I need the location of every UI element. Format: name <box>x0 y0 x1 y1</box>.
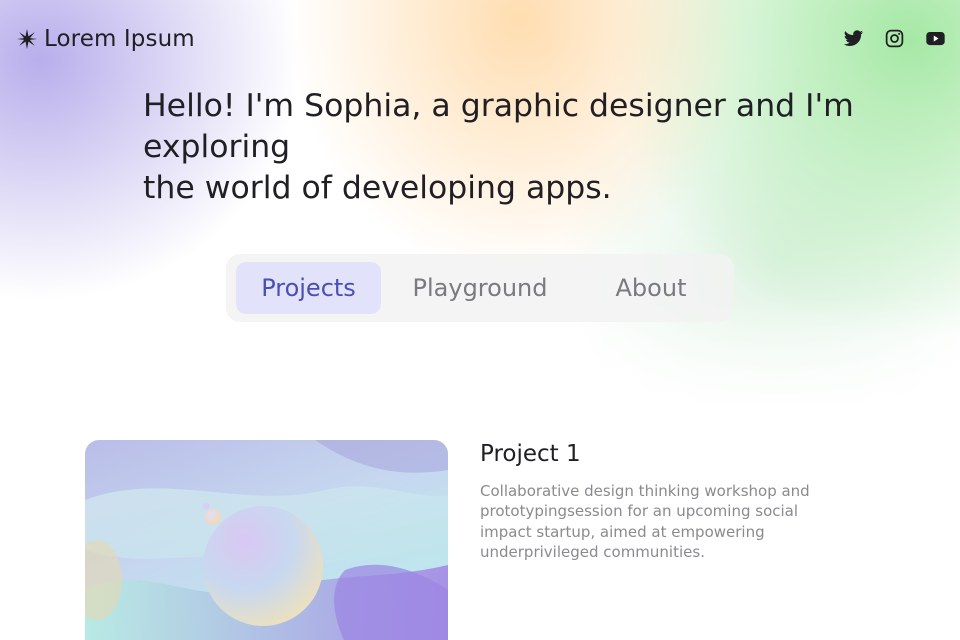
abstract-sphere-illustration <box>85 440 448 640</box>
tab-projects[interactable]: Projects <box>236 262 381 314</box>
tab-playground[interactable]: Playground <box>396 262 564 314</box>
youtube-icon[interactable] <box>925 28 946 49</box>
project-thumbnail[interactable] <box>85 440 448 640</box>
hero-heading: Hello! I'm Sophia, a graphic designer an… <box>143 86 953 209</box>
logo-text: Lorem Ipsum <box>44 26 195 52</box>
hero-line-1: Hello! I'm Sophia, a graphic designer an… <box>143 88 854 165</box>
project-description: Collaborative design thinking workshop a… <box>480 482 810 561</box>
project-title[interactable]: Project 1 <box>480 441 581 467</box>
site-logo[interactable]: Lorem Ipsum <box>16 24 195 54</box>
instagram-icon[interactable] <box>884 28 905 49</box>
sparkle-star-icon <box>16 28 38 50</box>
tab-about[interactable]: About <box>576 262 726 314</box>
tab-bar: Projects Playground About <box>226 254 734 322</box>
portfolio-page: Lorem Ipsum Hello! I'm Sophia, a graphic… <box>0 0 960 640</box>
social-links <box>843 28 946 49</box>
hero-line-2: the world of developing apps. <box>143 170 612 206</box>
twitter-icon[interactable] <box>843 28 864 49</box>
